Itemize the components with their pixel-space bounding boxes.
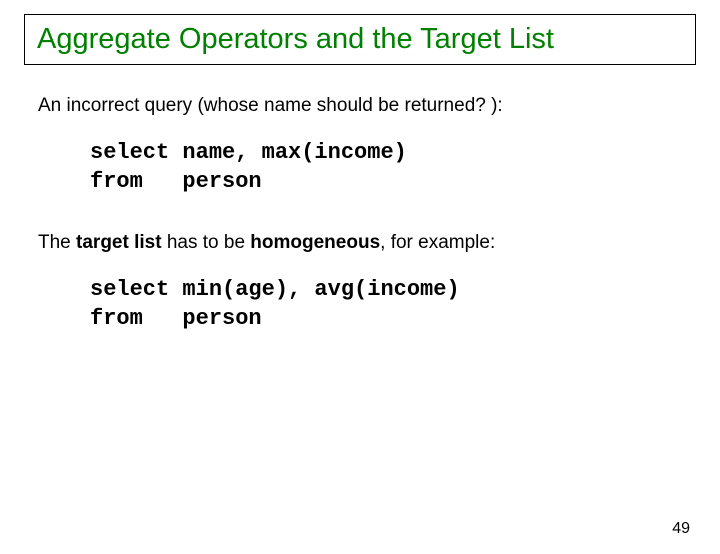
paragraph-2: The target list has to be homogeneous, f… — [38, 232, 682, 254]
p1-post: should be returned? ): — [312, 95, 503, 116]
title-box: Aggregate Operators and the Target List — [24, 14, 696, 65]
p2-pre: The — [38, 232, 76, 253]
p2-post: , for example: — [380, 232, 495, 253]
code-block-1: select name, max(income) from person — [90, 139, 720, 196]
slide-title: Aggregate Operators and the Target List — [37, 23, 683, 56]
page-number: 49 — [672, 520, 690, 538]
code-block-2: select min(age), avg(income) from person — [90, 276, 720, 333]
p2-bold2: homogeneous — [250, 232, 380, 253]
p1-pre: An incorrect query (whose — [38, 95, 264, 116]
p2-mid: has to be — [162, 232, 251, 253]
p2-bold1: target list — [76, 232, 162, 253]
p1-bold: name — [264, 95, 312, 116]
paragraph-1: An incorrect query (whose name should be… — [38, 95, 682, 117]
